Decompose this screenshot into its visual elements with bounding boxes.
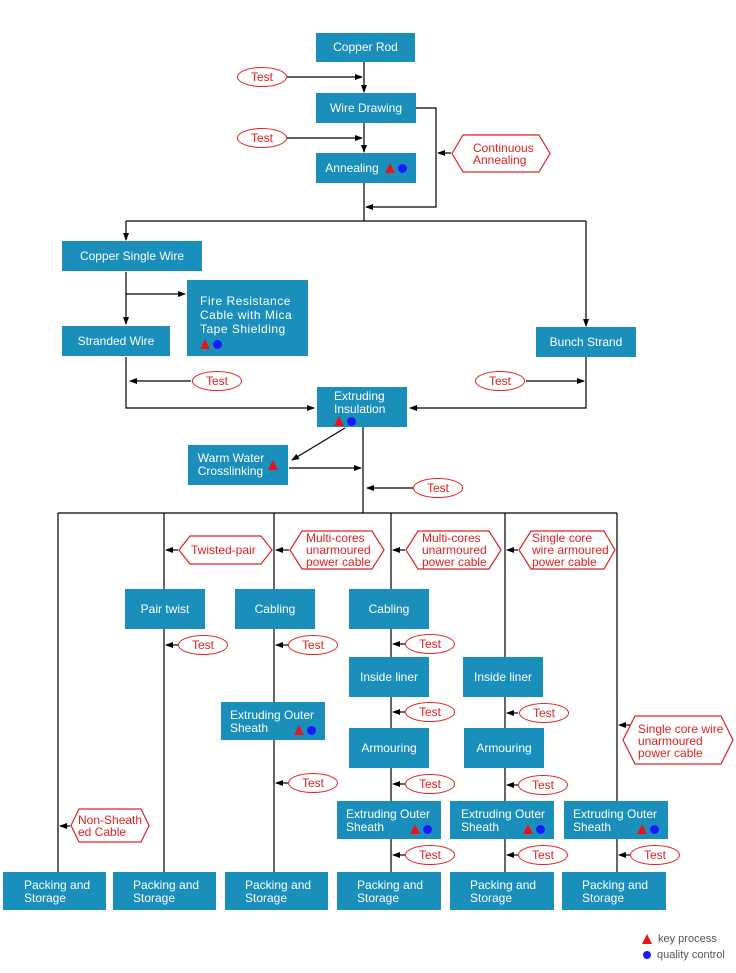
node-wire-drawing: Wire Drawing bbox=[316, 93, 416, 123]
node-warm-water-crosslinking: Warm Water Crosslinking bbox=[188, 445, 288, 485]
key-process-icon bbox=[523, 824, 533, 834]
test-badge: Test bbox=[237, 128, 287, 148]
node-extruding-insulation: Extruding Insulation bbox=[317, 387, 407, 427]
node-packing-storage: Packing and Storage bbox=[225, 872, 328, 910]
node-label: Armouring bbox=[476, 740, 532, 755]
node-label: Cabling bbox=[368, 601, 410, 616]
key-process-icon bbox=[200, 339, 210, 349]
key-process-icon bbox=[294, 725, 304, 735]
node-label: Annealing bbox=[325, 160, 379, 175]
node-fire-resistance-cable: Fire Resistance Cable with Mica Tape Shi… bbox=[187, 280, 308, 356]
node-packing-storage: Packing and Storage bbox=[562, 872, 666, 910]
node-label: Pair twist bbox=[140, 601, 190, 616]
node-label: Bunch Strand bbox=[549, 334, 623, 349]
test-badge: Test bbox=[630, 845, 680, 865]
node-label: Fire Resistance Cable with Mica Tape Shi… bbox=[200, 294, 293, 336]
quality-control-icon bbox=[650, 824, 659, 834]
test-badge: Test bbox=[405, 774, 455, 794]
node-inside-liner: Inside liner bbox=[349, 657, 429, 697]
annotation-text: Non-Sheath ed Cable bbox=[78, 813, 143, 839]
node-label: Extruding Insulation bbox=[334, 389, 386, 416]
quality-control-icon bbox=[536, 824, 545, 834]
key-process-icon bbox=[642, 934, 652, 944]
node-label: Wire Drawing bbox=[329, 100, 402, 115]
quality-control-icon bbox=[347, 416, 356, 426]
node-label: Packing and Storage bbox=[582, 878, 649, 905]
annotation-text: Multi-cores unarmoured power cable bbox=[306, 531, 371, 569]
key-process-icon bbox=[334, 416, 344, 426]
key-process-icon bbox=[384, 163, 395, 173]
node-inside-liner: Inside liner bbox=[463, 657, 543, 697]
node-pair-twist: Pair twist bbox=[125, 589, 205, 629]
test-badge: Test bbox=[518, 845, 568, 865]
node-packing-storage: Packing and Storage bbox=[337, 872, 441, 910]
test-badge: Test bbox=[192, 371, 242, 391]
annotation-text: Single core wire unarmoured power cable bbox=[638, 722, 724, 760]
legend-key-process: key process bbox=[642, 933, 717, 945]
test-badge: Test bbox=[475, 371, 525, 391]
legend-quality-control: quality control bbox=[642, 949, 725, 961]
annotation-text: Twisted-pair bbox=[191, 543, 256, 557]
annotation-continuous-annealing: Continuous Annealing bbox=[451, 134, 551, 173]
node-label: Packing and Storage bbox=[133, 878, 200, 905]
node-armouring: Armouring bbox=[349, 728, 429, 768]
annotation-text: Continuous Annealing bbox=[473, 141, 534, 167]
node-copper-rod: Copper Rod bbox=[316, 33, 415, 62]
node-label: Armouring bbox=[361, 740, 417, 755]
annotation-text: Single core wire armoured power cable bbox=[532, 531, 609, 569]
node-label: Copper Single Wire bbox=[79, 248, 185, 263]
test-badge: Test bbox=[288, 773, 338, 793]
node-label: Inside liner bbox=[473, 669, 533, 684]
legend-label: quality control bbox=[657, 949, 725, 961]
test-badge: Test bbox=[405, 845, 455, 865]
node-cabling: Cabling bbox=[349, 589, 429, 629]
annotation-single-core-unarmoured: Single core wire unarmoured power cable bbox=[622, 715, 734, 765]
quality-control-icon bbox=[423, 824, 432, 834]
key-process-icon bbox=[410, 824, 420, 834]
quality-control-icon bbox=[307, 725, 316, 735]
node-copper-single-wire: Copper Single Wire bbox=[62, 241, 202, 271]
node-label: Packing and Storage bbox=[24, 878, 91, 905]
quality-control-icon bbox=[213, 339, 222, 349]
node-packing-storage: Packing and Storage bbox=[113, 872, 216, 910]
node-bunch-strand: Bunch Strand bbox=[536, 327, 636, 357]
node-packing-storage: Packing and Storage bbox=[3, 872, 106, 910]
test-badge: Test bbox=[178, 635, 228, 655]
test-badge: Test bbox=[518, 775, 568, 795]
node-extruding-outer-sheath: Extruding Outer Sheath bbox=[337, 801, 441, 839]
test-badge: Test bbox=[237, 67, 287, 87]
node-extruding-outer-sheath: Extruding Outer Sheath bbox=[450, 801, 554, 839]
node-cabling: Cabling bbox=[235, 589, 315, 629]
node-label: Packing and Storage bbox=[357, 878, 424, 905]
node-extruding-outer-sheath: Extruding Outer Sheath bbox=[221, 702, 325, 740]
legend-label: key process bbox=[658, 933, 717, 945]
annotation-multi-cores-unarmoured: Multi-cores unarmoured power cable bbox=[405, 530, 502, 570]
key-process-icon bbox=[637, 824, 647, 834]
node-stranded-wire: Stranded Wire bbox=[62, 326, 170, 356]
test-badge: Test bbox=[405, 702, 455, 722]
node-extruding-outer-sheath: Extruding Outer Sheath bbox=[564, 801, 668, 839]
node-annealing: Annealing bbox=[316, 153, 416, 183]
node-label: Warm Water Crosslinking bbox=[197, 451, 265, 478]
annotation-non-sheathed-cable: Non-Sheath ed Cable bbox=[70, 808, 150, 843]
test-badge: Test bbox=[405, 634, 455, 654]
node-label: Cabling bbox=[254, 601, 296, 616]
quality-control-icon bbox=[643, 951, 651, 959]
node-label: Stranded Wire bbox=[77, 333, 155, 348]
annotation-single-core-armoured: Single core wire armoured power cable bbox=[518, 530, 616, 570]
quality-control-icon bbox=[397, 163, 407, 173]
annotation-twisted-pair: Twisted-pair bbox=[178, 535, 273, 565]
test-badge: Test bbox=[519, 703, 569, 723]
node-packing-storage: Packing and Storage bbox=[450, 872, 554, 910]
node-label: Packing and Storage bbox=[245, 878, 312, 905]
annotation-multi-cores-unarmoured: Multi-cores unarmoured power cable bbox=[289, 530, 385, 570]
test-badge: Test bbox=[288, 635, 338, 655]
annotation-text: Multi-cores unarmoured power cable bbox=[422, 531, 487, 569]
node-armouring: Armouring bbox=[464, 728, 544, 768]
node-label: Copper Rod bbox=[333, 40, 398, 54]
node-label: Packing and Storage bbox=[470, 878, 537, 905]
node-label: Inside liner bbox=[359, 669, 419, 684]
key-process-icon bbox=[268, 460, 279, 470]
test-badge: Test bbox=[413, 478, 463, 498]
